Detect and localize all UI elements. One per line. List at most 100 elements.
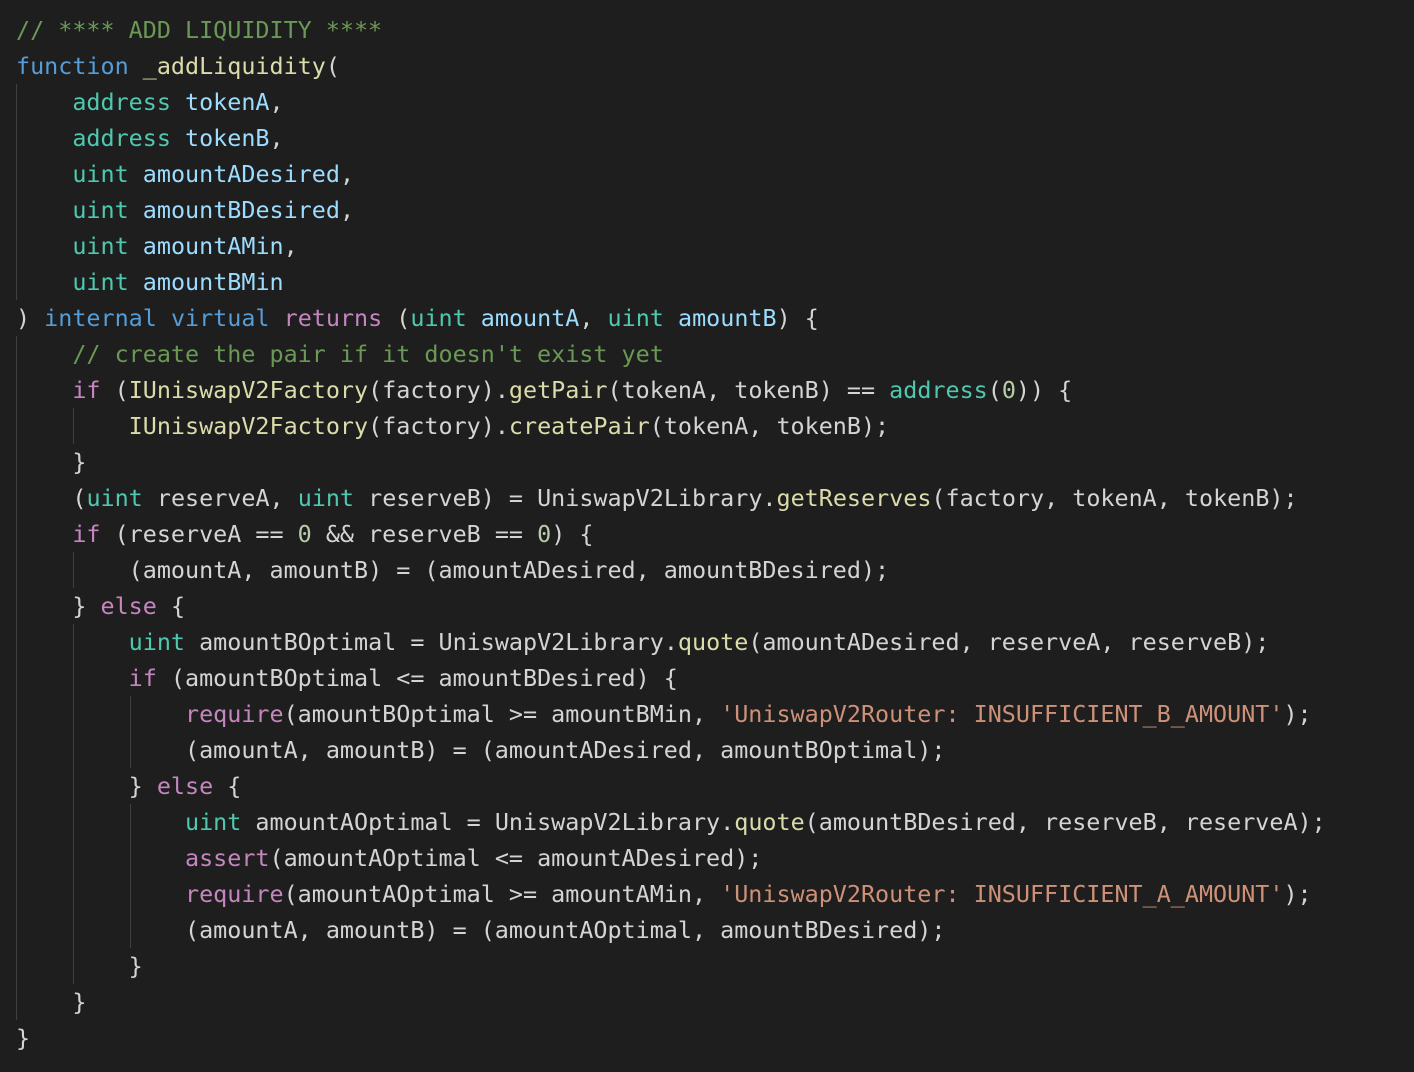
code-token-variable: amountADesired: [142, 160, 340, 188]
code-token-plain: ) {: [551, 520, 594, 548]
indent-guide: [16, 228, 17, 264]
code-token-plain: (amountA, amountB) = (amountADesired, am…: [128, 556, 890, 584]
code-token-plain: ,: [579, 304, 608, 332]
code-token-type: address: [889, 376, 988, 404]
indent-guide: [16, 408, 17, 444]
indent-guide: [16, 552, 17, 588]
indent-guide: [72, 876, 74, 912]
indent-guide: [72, 660, 74, 696]
code-token-type: uint: [410, 304, 467, 332]
code-token-plain: );: [1283, 880, 1312, 908]
code-token-type: uint: [86, 484, 143, 512]
code-token-plain: (reserveA ==: [100, 520, 298, 548]
code-token-control: require: [185, 700, 284, 728]
code-line: (uint reserveA, uint reserveB) = Uniswap…: [0, 480, 1414, 516]
code-token-plain: (: [987, 376, 1002, 404]
code-token-type: uint: [185, 808, 242, 836]
code-line: address tokenB,: [0, 120, 1414, 156]
code-token-plain: (amountAOptimal <= amountADesired);: [269, 844, 763, 872]
code-token-plain: }: [72, 592, 101, 620]
code-token-plain: (amountADesired, reserveA, reserveB);: [748, 628, 1270, 656]
code-token-control: else: [156, 772, 214, 800]
code-token-plain: (amountBDesired, reserveB, reserveA);: [804, 808, 1326, 836]
code-token-type: uint: [72, 160, 129, 188]
code-token-plain: (amountA, amountB) = (amountADesired, am…: [185, 736, 946, 764]
code-token-plain: )) {: [1015, 376, 1073, 404]
code-line: (amountA, amountB) = (amountADesired, am…: [0, 552, 1414, 588]
code-token-variable: amountBMin: [142, 268, 284, 296]
code-token-plain: (factory).: [368, 412, 509, 440]
code-line: uint amountBOptimal = UniswapV2Library.q…: [0, 624, 1414, 660]
code-token-variable: amountBDesired: [142, 196, 340, 224]
indent-guide: [129, 732, 131, 768]
indent-guide: [72, 768, 74, 804]
code-token-plain: (factory).: [368, 376, 509, 404]
code-token-plain: (amountAOptimal >= amountAMin,: [283, 880, 721, 908]
code-line: uint amountBDesired,: [0, 192, 1414, 228]
code-line: // create the pair if it doesn't exist y…: [0, 336, 1414, 372]
code-token-type: uint: [607, 304, 664, 332]
indent-guide: [16, 912, 17, 948]
indent-guide: [129, 840, 131, 876]
code-token-plain: }: [72, 448, 87, 476]
indent-guide: [16, 660, 17, 696]
code-line: assert(amountAOptimal <= amountADesired)…: [0, 840, 1414, 876]
code-token-plain: (: [72, 484, 87, 512]
code-line: }: [0, 444, 1414, 480]
code-token-number: 0: [297, 520, 312, 548]
indent-guide: [72, 624, 74, 660]
code-token-plain: }: [128, 952, 143, 980]
code-token-type: address: [72, 88, 171, 116]
code-line: require(amountAOptimal >= amountAMin, 'U…: [0, 876, 1414, 912]
code-token-function: _addLiquidity: [142, 52, 326, 80]
code-line: }: [0, 948, 1414, 984]
code-token-plain: }: [16, 1024, 31, 1052]
code-line: require(amountBOptimal >= amountBMin, 'U…: [0, 696, 1414, 732]
indent-guide: [16, 444, 17, 480]
code-token-type: uint: [72, 232, 129, 260]
code-token-plain: );: [1283, 700, 1312, 728]
code-line: IUniswapV2Factory(factory).createPair(to…: [0, 408, 1414, 444]
indent-guide: [16, 768, 17, 804]
code-token-plain: reserveB) = UniswapV2Library.: [354, 484, 777, 512]
code-editor[interactable]: // **** ADD LIQUIDITY **** function _addL…: [0, 12, 1414, 1072]
indent-guide: [129, 876, 131, 912]
code-token-control: if: [72, 520, 101, 548]
code-line: } else {: [0, 768, 1414, 804]
code-token-plain: (amountBOptimal <= amountBDesired) {: [156, 664, 678, 692]
indent-guide: [129, 696, 131, 732]
code-token-plain: ,: [339, 160, 355, 188]
indent-guide: [16, 696, 17, 732]
code-token-plain: (factory, tokenA, tokenB);: [931, 484, 1298, 512]
code-token-function: quote: [677, 628, 749, 656]
indent-guide: [129, 804, 131, 840]
code-line: (amountA, amountB) = (amountADesired, am…: [0, 732, 1414, 768]
code-token-comment: // create the pair if it doesn't exist y…: [72, 340, 664, 368]
code-line: uint amountAOptimal = UniswapV2Library.q…: [0, 804, 1414, 840]
code-token-control: assert: [185, 844, 270, 872]
code-token-plain: && reserveB ==: [311, 520, 538, 548]
code-token-plain: amountBOptimal = UniswapV2Library.: [185, 628, 678, 656]
code-token-plain: (: [100, 376, 129, 404]
indent-guide: [16, 984, 17, 1020]
indent-guide: [72, 696, 74, 732]
indent-guide: [129, 912, 131, 948]
code-token-plain: ,: [269, 88, 284, 116]
indent-guide: [72, 948, 74, 984]
indent-guide: [16, 732, 17, 768]
indent-guide: [72, 912, 74, 948]
code-token-variable: tokenB: [185, 124, 270, 152]
